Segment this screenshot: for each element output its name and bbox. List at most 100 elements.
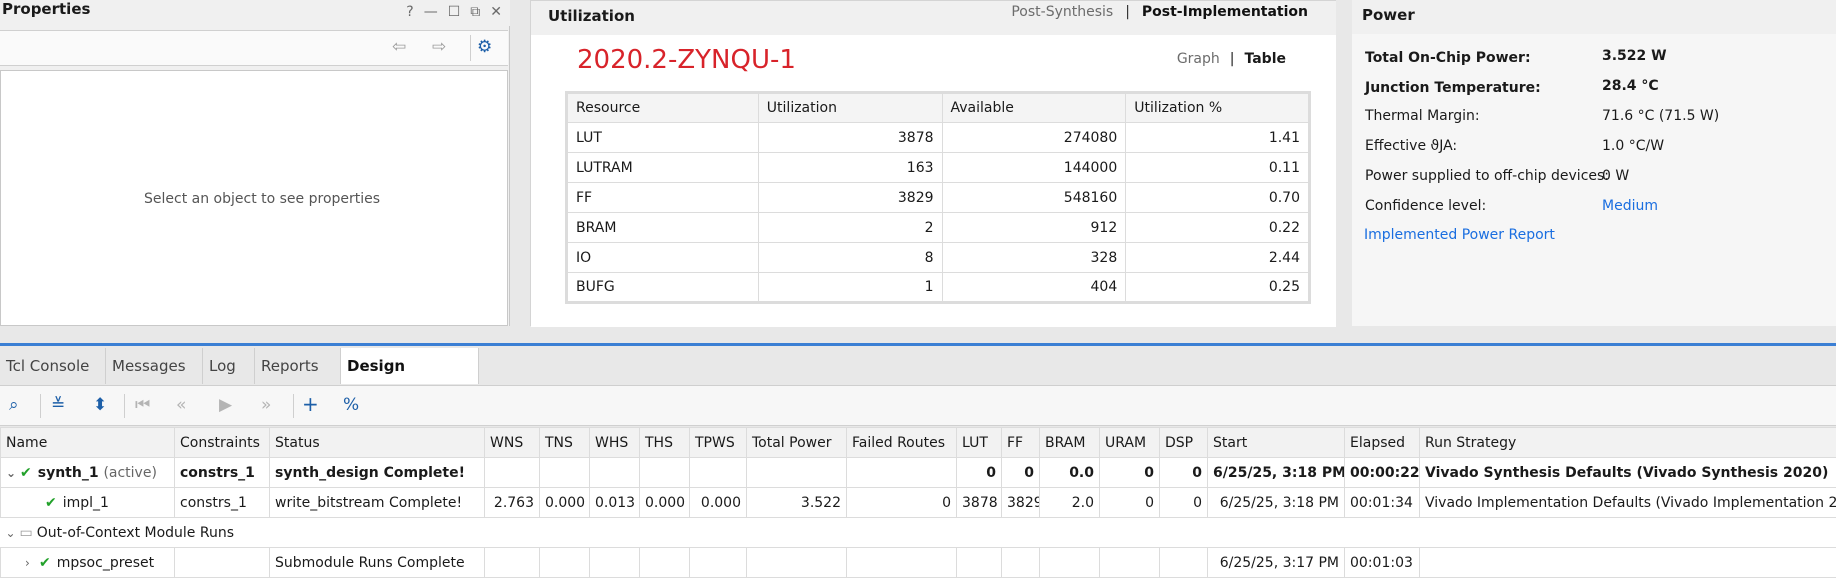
table-row[interactable]: ✔ impl_1 constrs_1 write_bitstream Comple… (0, 487, 1836, 518)
tab-tcl-console[interactable]: Tcl Console (0, 348, 106, 384)
confidence-level-link[interactable]: Medium (1602, 198, 1658, 214)
percent-cell: 1.41 (1125, 122, 1310, 153)
column-header[interactable]: Start (1207, 427, 1345, 458)
tpws-cell (689, 547, 747, 578)
folder-icon: ▭ (19, 524, 33, 541)
table-row[interactable]: BUFG 1 404 0.25 (566, 272, 1310, 303)
utilization-cell: 163 (757, 152, 943, 183)
column-header[interactable]: Utilization (757, 92, 943, 123)
utilization-panel: Utilization Post-Synthesis | Post-Implem… (530, 0, 1336, 327)
tab-separator: | (1125, 4, 1130, 20)
table-row[interactable]: ⌄ ✔ synth_1 (active) constrs_1 synth_desig… (0, 457, 1836, 488)
column-header[interactable]: THS (639, 427, 690, 458)
collapse-all-icon[interactable]: ≚ (51, 395, 65, 415)
tab-reports[interactable]: Reports (255, 348, 341, 384)
percent-icon[interactable]: % (343, 395, 359, 415)
previous-icon[interactable]: « (176, 395, 186, 415)
tab-log[interactable]: Log (203, 348, 255, 384)
tab-post-synthesis[interactable]: Post-Synthesis (1011, 4, 1113, 20)
table-row[interactable]: › ✔ mpsoc_preset Submodule Runs Complete 6… (0, 547, 1836, 578)
utilization-view-tabs: Graph | Table (1177, 51, 1286, 67)
bottom-tab-bar: Tcl Console Messages Log Reports Design … (0, 346, 1836, 411)
column-header[interactable]: Name (0, 427, 175, 458)
column-header[interactable]: Constraints (174, 427, 270, 458)
percent-cell: 0.11 (1125, 152, 1310, 183)
column-header[interactable]: DSP (1159, 427, 1208, 458)
column-header[interactable]: Run Strategy (1419, 427, 1836, 458)
implemented-power-report-link[interactable]: Implemented Power Report (1364, 227, 1555, 243)
wns-cell: 2.763 (484, 487, 540, 518)
column-header[interactable]: Total Power (746, 427, 847, 458)
column-header[interactable]: Status (269, 427, 485, 458)
resource-cell: IO (566, 242, 759, 273)
power-label-effective-ja: Effective ϑJA: (1365, 138, 1458, 154)
column-header[interactable]: TNS (539, 427, 590, 458)
table-row[interactable]: LUTRAM 163 144000 0.11 (566, 152, 1310, 183)
search-icon[interactable]: ⌕ (9, 395, 19, 415)
help-icon[interactable]: ? (406, 4, 413, 20)
constraints-cell: constrs_1 (174, 487, 270, 518)
close-icon[interactable]: ✕ (490, 4, 502, 20)
column-header[interactable]: LUT (956, 427, 1002, 458)
chevron-down-icon[interactable]: ⌄ (6, 466, 20, 480)
table-header-row: Resource Utilization Available Utilizati… (566, 92, 1310, 123)
elapsed-cell: 00:01:34 (1344, 487, 1420, 518)
run-name: synth_1 (37, 464, 99, 481)
tab-graph[interactable]: Graph (1177, 51, 1220, 67)
column-header[interactable]: Available (941, 92, 1127, 123)
add-run-icon[interactable]: + (302, 392, 319, 416)
forward-arrow-icon[interactable]: ⇨ (432, 37, 446, 57)
float-icon[interactable]: ⧉ (470, 4, 480, 20)
power-label-offchip: Power supplied to off-chip devices: (1365, 168, 1610, 184)
next-icon[interactable]: » (261, 395, 271, 415)
table-row[interactable]: FF 3829 548160 0.70 (566, 182, 1310, 213)
run-name-cell: ✔ impl_1 (0, 487, 175, 518)
constraints-cell: constrs_1 (174, 457, 270, 488)
table-row[interactable]: LUT 3878 274080 1.41 (566, 122, 1310, 153)
chevron-down-icon[interactable]: ⌄ (6, 526, 20, 540)
tab-post-implementation[interactable]: Post-Implementation (1142, 4, 1308, 20)
column-header[interactable]: Failed Routes (846, 427, 957, 458)
failed-routes-cell (846, 547, 957, 578)
settings-gear-icon[interactable]: ⚙ (477, 37, 492, 57)
column-header[interactable]: BRAM (1039, 427, 1100, 458)
utilization-stage-tabs: Post-Synthesis | Post-Implementation (1011, 4, 1308, 20)
column-header[interactable]: Resource (566, 92, 759, 123)
first-icon[interactable]: ⏮ (135, 395, 150, 415)
table-row[interactable]: BRAM 2 912 0.22 (566, 212, 1310, 243)
column-header[interactable]: URAM (1099, 427, 1160, 458)
column-header[interactable]: Elapsed (1344, 427, 1420, 458)
tab-design-runs[interactable]: Design Runs× (341, 348, 479, 411)
expand-all-icon[interactable]: ⬍ (93, 395, 107, 415)
maximize-icon[interactable]: ☐ (448, 4, 461, 20)
tns-cell (539, 457, 590, 488)
back-arrow-icon[interactable]: ⇦ (392, 37, 406, 57)
dsp-cell (1159, 547, 1208, 578)
elapsed-cell: 00:01:03 (1344, 547, 1420, 578)
run-icon[interactable]: ▶ (219, 395, 232, 415)
active-label: (active) (103, 464, 157, 481)
failed-routes-cell: 0 (846, 487, 957, 518)
table-row[interactable]: ⌄ ▭ Out-of-Context Module Runs (0, 517, 1836, 548)
column-header[interactable]: TPWS (689, 427, 747, 458)
elapsed-cell: 00:00:22 (1344, 457, 1420, 488)
minimize-icon[interactable]: — (424, 4, 438, 20)
tab-table[interactable]: Table (1244, 51, 1286, 67)
ff-cell: 3829 (1001, 487, 1040, 518)
uram-cell: 0 (1099, 487, 1160, 518)
lut-cell (956, 547, 1002, 578)
column-header[interactable]: WHS (589, 427, 640, 458)
column-header[interactable]: FF (1001, 427, 1040, 458)
table-row[interactable]: IO 8 328 2.44 (566, 242, 1310, 273)
bram-cell: 2.0 (1039, 487, 1100, 518)
checkmark-icon: ✔ (20, 464, 32, 481)
ff-cell: 0 (1001, 457, 1040, 488)
column-header[interactable]: Utilization % (1125, 92, 1310, 123)
constraints-cell (174, 547, 270, 578)
tab-messages[interactable]: Messages (106, 348, 203, 384)
column-header[interactable]: WNS (484, 427, 540, 458)
power-label-thermal-margin: Thermal Margin: (1365, 108, 1480, 124)
chevron-right-icon[interactable]: › (25, 556, 39, 570)
lut-cell: 3878 (956, 487, 1002, 518)
percent-cell: 0.25 (1125, 272, 1310, 303)
